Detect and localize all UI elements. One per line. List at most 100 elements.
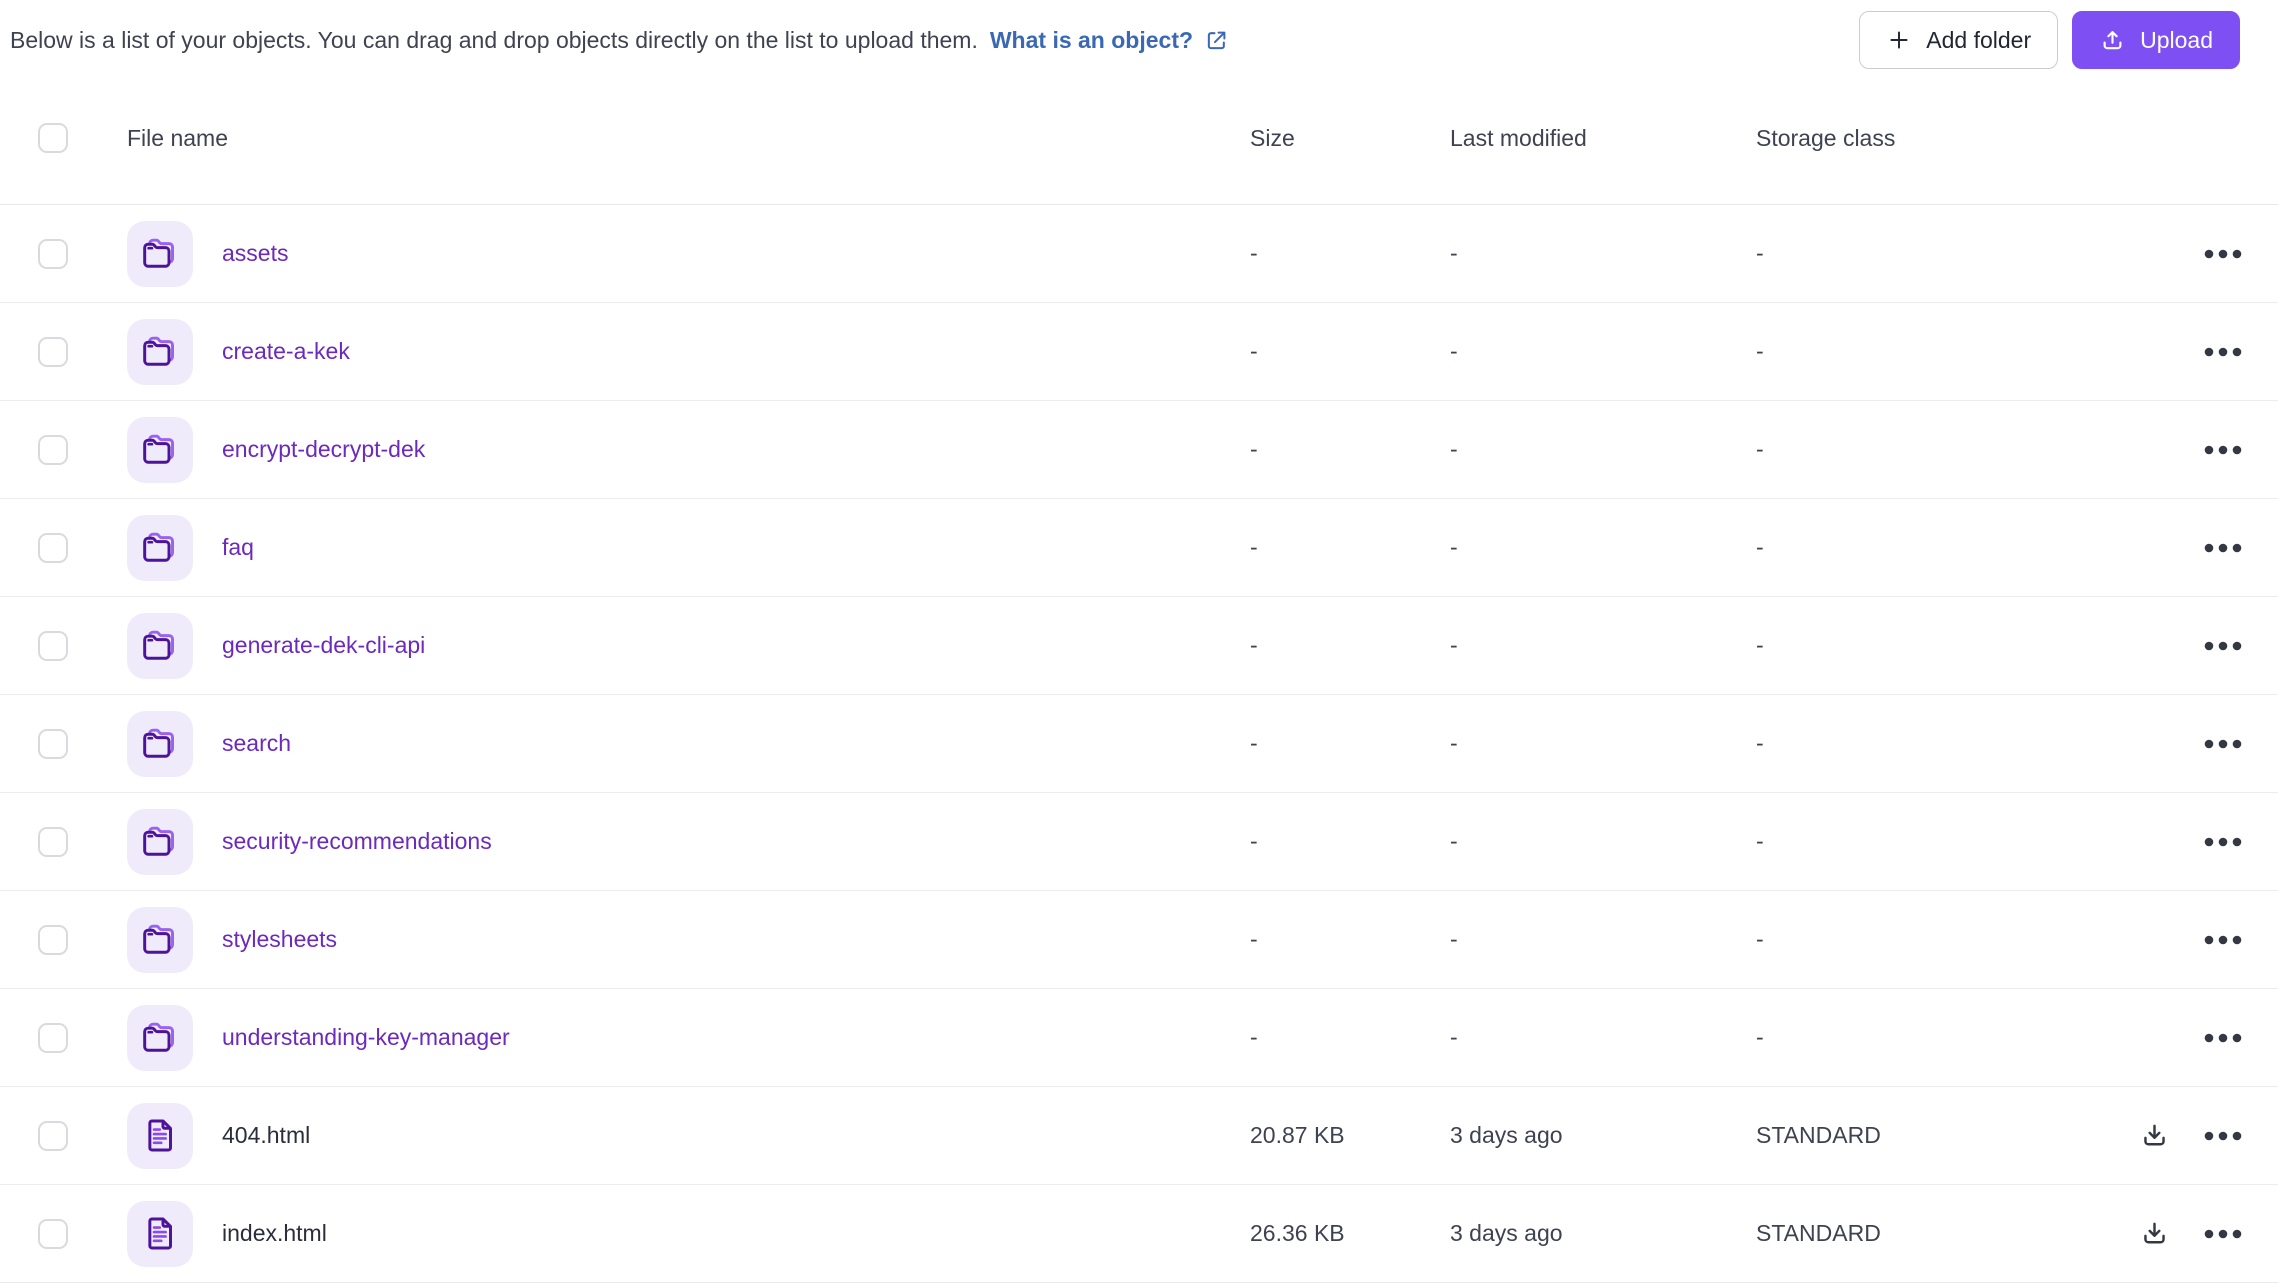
table-row: stylesheets - - - <box>0 891 2278 989</box>
size-cell: - <box>1250 632 1258 658</box>
size-cell: - <box>1250 338 1258 364</box>
last-modified-cell: - <box>1450 240 1458 266</box>
object-name-link[interactable]: encrypt-decrypt-dek <box>222 436 425 463</box>
storage-class-cell: - <box>1756 632 1764 658</box>
select-all-checkbox[interactable] <box>38 123 68 153</box>
row-menu-button[interactable] <box>2204 641 2242 651</box>
folder-icon <box>143 630 174 660</box>
last-modified-cell: - <box>1450 926 1458 952</box>
last-modified-cell: 3 days ago <box>1450 1220 1563 1246</box>
folder-icon <box>143 728 174 758</box>
last-modified-cell: - <box>1450 828 1458 854</box>
folder-icon <box>143 532 174 562</box>
table-row: create-a-kek - - - <box>0 303 2278 401</box>
object-name-link[interactable]: create-a-kek <box>222 338 350 365</box>
object-name-link[interactable]: index.html <box>222 1220 327 1247</box>
row-menu-button[interactable] <box>2204 837 2242 847</box>
table-header: File name Size Last modified Storage cla… <box>0 72 2278 205</box>
row-checkbox[interactable] <box>38 630 68 661</box>
download-button[interactable] <box>2139 1218 2170 1249</box>
ellipsis-icon <box>2204 935 2242 945</box>
row-checkbox[interactable] <box>38 1120 68 1151</box>
description-text: Below is a list of your objects. You can… <box>10 26 978 53</box>
object-name-link[interactable]: faq <box>222 534 254 561</box>
object-name-link[interactable]: search <box>222 730 291 757</box>
row-checkbox[interactable] <box>38 1218 68 1249</box>
topbar: Below is a list of your objects. You can… <box>0 0 2278 72</box>
external-link-icon[interactable] <box>1203 27 1230 54</box>
object-name-link[interactable]: generate-dek-cli-api <box>222 632 425 659</box>
table-row: security-recommendations - - - <box>0 793 2278 891</box>
storage-class-cell: - <box>1756 338 1764 364</box>
row-icon-box <box>127 1004 193 1071</box>
row-checkbox[interactable] <box>38 924 68 955</box>
ellipsis-icon <box>2204 1033 2242 1043</box>
row-checkbox[interactable] <box>38 336 68 367</box>
what-is-an-object-link[interactable]: What is an object? <box>990 27 1193 54</box>
size-cell: - <box>1250 730 1258 756</box>
last-modified-cell: - <box>1450 338 1458 364</box>
ellipsis-icon <box>2204 1229 2242 1239</box>
size-cell: - <box>1250 534 1258 560</box>
row-checkbox[interactable] <box>38 532 68 563</box>
object-name-link[interactable]: understanding-key-manager <box>222 1024 510 1051</box>
download-button[interactable] <box>2139 1120 2170 1151</box>
last-modified-cell: - <box>1450 1024 1458 1050</box>
row-icon-box <box>127 318 193 385</box>
table-body: assets - - - create-a-kek - - - encrypt-… <box>0 205 2278 1283</box>
ellipsis-icon <box>2204 641 2242 651</box>
row-menu-button[interactable] <box>2204 1131 2242 1141</box>
table-row: search - - - <box>0 695 2278 793</box>
storage-class-cell: STANDARD <box>1756 1122 1881 1148</box>
column-header-size: Size <box>1250 124 1295 151</box>
row-icon-box <box>127 220 193 287</box>
object-name-link[interactable]: 404.html <box>222 1122 310 1149</box>
storage-class-cell: - <box>1756 1024 1764 1050</box>
row-menu-button[interactable] <box>2204 1033 2242 1043</box>
row-icon-box <box>127 1200 193 1267</box>
row-menu-button[interactable] <box>2204 249 2242 259</box>
row-checkbox[interactable] <box>38 434 68 465</box>
ellipsis-icon <box>2204 837 2242 847</box>
table-row: assets - - - <box>0 205 2278 303</box>
size-cell: - <box>1250 240 1258 266</box>
last-modified-cell: 3 days ago <box>1450 1122 1563 1148</box>
ellipsis-icon <box>2204 1131 2242 1141</box>
row-icon-box <box>127 710 193 777</box>
row-menu-button[interactable] <box>2204 445 2242 455</box>
add-folder-button[interactable]: Add folder <box>1859 11 2059 69</box>
row-menu-button[interactable] <box>2204 1229 2242 1239</box>
row-checkbox[interactable] <box>38 826 68 857</box>
row-icon-box <box>127 514 193 581</box>
size-cell: - <box>1250 1024 1258 1050</box>
object-name-link[interactable]: assets <box>222 240 288 267</box>
storage-class-cell: - <box>1756 534 1764 560</box>
file-icon <box>148 1118 172 1151</box>
row-menu-button[interactable] <box>2204 347 2242 357</box>
folder-icon <box>143 238 174 268</box>
file-icon <box>148 1216 172 1249</box>
table-row: index.html 26.36 KB 3 days ago STANDARD <box>0 1185 2278 1283</box>
column-header-storage-class: Storage class <box>1756 124 1896 151</box>
plus-icon <box>1886 27 1912 53</box>
upload-label: Upload <box>2140 26 2213 53</box>
object-name-link[interactable]: stylesheets <box>222 926 337 953</box>
upload-button[interactable]: Upload <box>2072 11 2240 69</box>
add-folder-label: Add folder <box>1926 26 2032 53</box>
last-modified-cell: - <box>1450 534 1458 560</box>
row-menu-button[interactable] <box>2204 543 2242 553</box>
size-cell: 26.36 KB <box>1250 1220 1345 1246</box>
ellipsis-icon <box>2204 739 2242 749</box>
row-checkbox[interactable] <box>38 1022 68 1053</box>
row-checkbox[interactable] <box>38 238 68 269</box>
object-name-link[interactable]: security-recommendations <box>222 828 492 855</box>
row-menu-button[interactable] <box>2204 935 2242 945</box>
ellipsis-icon <box>2204 445 2242 455</box>
storage-class-cell: - <box>1756 436 1764 462</box>
storage-class-cell: STANDARD <box>1756 1220 1881 1246</box>
upload-icon <box>2099 27 2126 54</box>
row-menu-button[interactable] <box>2204 739 2242 749</box>
table-row: faq - - - <box>0 499 2278 597</box>
size-cell: - <box>1250 828 1258 854</box>
row-checkbox[interactable] <box>38 728 68 759</box>
